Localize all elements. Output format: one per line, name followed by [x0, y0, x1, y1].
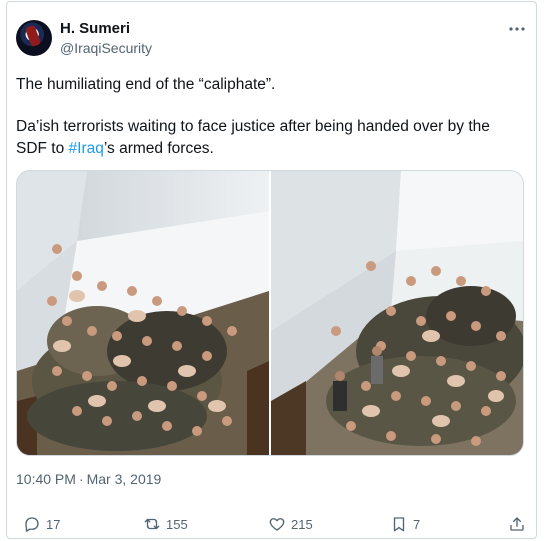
tweet-text-segment: ’s armed forces. — [103, 140, 214, 157]
more-icon[interactable] — [507, 20, 527, 40]
like-button[interactable]: 215 — [268, 513, 313, 535]
reply-button[interactable]: 17 — [23, 513, 60, 535]
timestamp-separator: · — [78, 471, 84, 487]
avatar[interactable] — [16, 20, 52, 56]
hashtag-link[interactable]: #Iraq — [69, 140, 104, 157]
photo-right[interactable] — [271, 171, 523, 455]
bookmark-icon — [393, 517, 405, 532]
tweet-card: H. Sumeri @IraqiSecurity The humiliating… — [6, 1, 537, 539]
author-display-name[interactable]: H. Sumeri — [60, 20, 130, 37]
share-button[interactable] — [508, 513, 531, 535]
repost-count: 155 — [166, 516, 188, 532]
author-handle[interactable]: @IraqiSecurity — [60, 40, 152, 56]
tweet-date: Mar 3, 2019 — [86, 471, 162, 487]
tweet-header: H. Sumeri @IraqiSecurity — [16, 15, 527, 59]
tweet-timestamp[interactable]: 10:40 PM · Mar 3, 2019 — [16, 471, 161, 487]
repost-button[interactable]: 155 — [143, 513, 188, 535]
bookmark-button[interactable]: 7 — [390, 513, 420, 535]
media-grid — [16, 170, 524, 456]
tweet-text-line1: The humiliating end of the “caliphate”. — [16, 76, 276, 93]
bookmark-count: 7 — [413, 516, 421, 532]
heart-icon — [269, 518, 285, 531]
tweet-text-line2: Da’ish terrorists waiting to face justic… — [16, 116, 516, 160]
action-bar: 17 155 215 7 — [16, 513, 527, 535]
like-count: 215 — [291, 516, 313, 532]
tweet-time: 10:40 PM — [16, 471, 76, 487]
reply-count: 17 — [46, 516, 61, 532]
repost-icon — [144, 518, 160, 530]
share-icon — [510, 517, 524, 531]
tweet-text: The humiliating end of the “caliphate”. … — [16, 74, 516, 160]
photo-left[interactable] — [17, 171, 269, 455]
reply-icon — [25, 517, 39, 532]
